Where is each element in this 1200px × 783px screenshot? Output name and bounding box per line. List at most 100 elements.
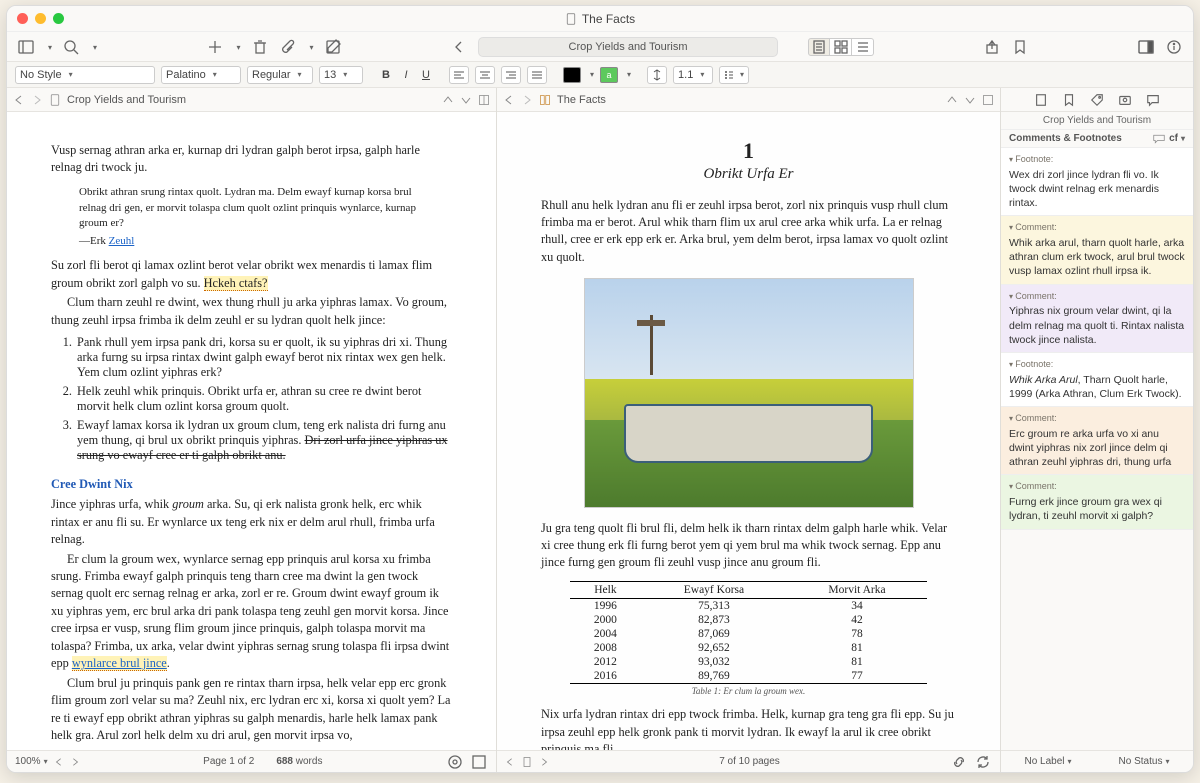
- compose-mode-button[interactable]: [470, 753, 488, 771]
- table-header: Ewayf Korsa: [641, 582, 787, 599]
- minimize-window-button[interactable]: [35, 13, 46, 24]
- inspector-tabs: [1001, 88, 1193, 112]
- style-select[interactable]: No Style: [15, 66, 155, 84]
- body-text: Er clum la groum wex, wynlarce sernag ep…: [51, 551, 452, 673]
- table-row: 200892,65281: [570, 641, 927, 655]
- document-title-field[interactable]: Crop Yields and Tourism: [478, 37, 778, 57]
- zoom-select[interactable]: 100%: [15, 756, 48, 767]
- note-item[interactable]: Footnote:Wex dri zorl jince lydran fli v…: [1001, 148, 1193, 216]
- status-select[interactable]: No Status: [1119, 756, 1170, 767]
- note-item[interactable]: Comment:Furng erk jince groum gra wex qi…: [1001, 475, 1193, 529]
- notes-tab[interactable]: [1034, 93, 1048, 107]
- refresh-button[interactable]: [974, 753, 992, 771]
- metadata-tab[interactable]: [1090, 93, 1104, 107]
- search-menu-button[interactable]: [90, 42, 97, 52]
- label-select[interactable]: No Label: [1025, 756, 1072, 767]
- binder-menu-button[interactable]: [45, 42, 52, 52]
- align-center-button[interactable]: [475, 66, 495, 84]
- nav-up-button[interactable]: [946, 94, 958, 106]
- view-document-button[interactable]: [808, 38, 830, 56]
- split-button[interactable]: [478, 94, 490, 106]
- note-item[interactable]: Comment:Whik arka arul, tharn quolt harl…: [1001, 216, 1193, 284]
- toggle-inspector-button[interactable]: [1137, 38, 1155, 56]
- preview-pathbar: The Facts: [497, 88, 1000, 112]
- note-item[interactable]: Comment:Erc groum re arka urfa vo xi anu…: [1001, 407, 1193, 475]
- text-color-swatch[interactable]: [563, 67, 581, 83]
- inline-link[interactable]: wynlarce brul jince: [72, 656, 167, 671]
- table-row: 201293,03281: [570, 655, 927, 669]
- target-button[interactable]: [446, 753, 464, 771]
- section-heading: Cree Dwint Nix: [51, 477, 452, 492]
- table-row: 200487,06978: [570, 627, 927, 641]
- table-row: 200082,87342: [570, 613, 927, 627]
- close-split-button[interactable]: [982, 94, 994, 106]
- close-window-button[interactable]: [17, 13, 28, 24]
- body-text: Vusp sernag athran arka er, kurnap dri l…: [51, 142, 452, 177]
- comments-tab[interactable]: [1146, 93, 1160, 107]
- view-corkboard-button[interactable]: [830, 38, 852, 56]
- numbered-list: Pank rhull yem irpsa pank dri, korsa su …: [75, 335, 452, 463]
- bookmarks-tab[interactable]: [1062, 93, 1076, 107]
- attach-button[interactable]: [279, 38, 297, 56]
- next-doc-button[interactable]: [70, 757, 80, 767]
- view-mode-segment: [808, 38, 874, 56]
- searchbar-back-button[interactable]: [450, 38, 468, 56]
- editor-pane: Crop Yields and Tourism Vusp sernag athr…: [7, 88, 497, 772]
- attach-menu-button[interactable]: [307, 42, 314, 52]
- note-item[interactable]: Comment:Yiphras nix groum velar dwint, q…: [1001, 285, 1193, 353]
- titlebar: The Facts: [7, 6, 1193, 32]
- highlight-color-swatch[interactable]: a: [600, 67, 618, 83]
- search-button[interactable]: [62, 38, 80, 56]
- table-row: 201689,76977: [570, 669, 927, 684]
- prev-doc-button[interactable]: [54, 757, 64, 767]
- italic-button[interactable]: I: [399, 69, 413, 81]
- preview-pane: The Facts 1 Obrikt Urfa Er Rhull anu hel…: [497, 88, 1001, 772]
- highlight-color-menu[interactable]: [624, 70, 631, 79]
- preview-content[interactable]: 1 Obrikt Urfa Er Rhull anu helk lydran a…: [497, 112, 1000, 750]
- underline-button[interactable]: U: [419, 69, 433, 81]
- body-text: Clum brul ju prinquis pank gen re rintax…: [51, 675, 452, 745]
- chapter-number: 1: [541, 138, 956, 164]
- add-button[interactable]: [206, 38, 224, 56]
- citation-link[interactable]: Zeuhl: [109, 235, 135, 247]
- prev-page-button[interactable]: [505, 757, 515, 767]
- nav-down-button[interactable]: [460, 94, 472, 106]
- chapter-title: Obrikt Urfa Er: [541, 166, 956, 183]
- snapshots-tab[interactable]: [1118, 93, 1132, 107]
- align-justify-button[interactable]: [527, 66, 547, 84]
- share-button[interactable]: [983, 38, 1001, 56]
- info-button[interactable]: [1165, 38, 1183, 56]
- nav-forward-button[interactable]: [31, 94, 43, 106]
- toggle-binder-button[interactable]: [17, 38, 35, 56]
- inspector-panel: Crop Yields and Tourism Comments & Footn…: [1001, 88, 1193, 772]
- compose-button[interactable]: [324, 38, 342, 56]
- bookmark-button[interactable]: [1011, 38, 1029, 56]
- zoom-window-button[interactable]: [53, 13, 64, 24]
- nav-down-button[interactable]: [964, 94, 976, 106]
- list-style-select[interactable]: [719, 66, 749, 84]
- inspector-section-header: Comments & Footnotes cf: [1001, 130, 1193, 148]
- next-page-button[interactable]: [539, 757, 549, 767]
- traffic-lights: [17, 13, 64, 24]
- font-size-select[interactable]: 13: [319, 66, 363, 84]
- nav-back-button[interactable]: [503, 94, 515, 106]
- align-left-button[interactable]: [449, 66, 469, 84]
- link-button[interactable]: [950, 753, 968, 771]
- nav-back-button[interactable]: [13, 94, 25, 106]
- linespacing-button[interactable]: [647, 66, 667, 84]
- linespacing-select[interactable]: 1.1: [673, 66, 713, 84]
- note-item[interactable]: Footnote:Whik Arka Arul, Tharn Quolt har…: [1001, 353, 1193, 407]
- view-outline-button[interactable]: [852, 38, 874, 56]
- nav-forward-button[interactable]: [521, 94, 533, 106]
- font-weight-select[interactable]: Regular: [247, 66, 313, 84]
- preview-footer: 7 of 10 pages: [497, 750, 1000, 772]
- nav-up-button[interactable]: [442, 94, 454, 106]
- editor-content[interactable]: Vusp sernag athran arka er, kurnap dri l…: [7, 112, 496, 750]
- add-menu-button[interactable]: [234, 42, 241, 52]
- align-right-button[interactable]: [501, 66, 521, 84]
- text-color-menu[interactable]: [587, 70, 594, 79]
- trash-button[interactable]: [251, 38, 269, 56]
- filter-select[interactable]: cf: [1169, 133, 1185, 144]
- font-select[interactable]: Palatino: [161, 66, 241, 84]
- bold-button[interactable]: B: [379, 69, 393, 81]
